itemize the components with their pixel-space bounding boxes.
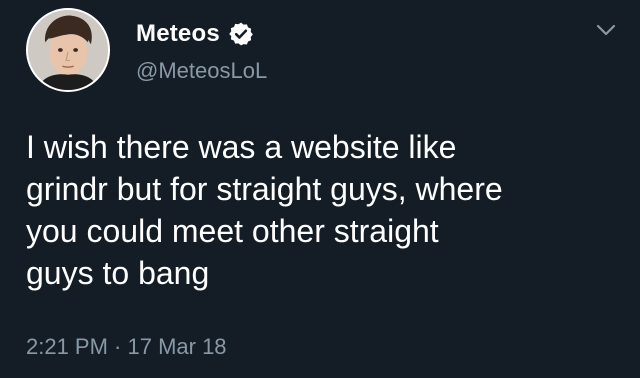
avatar[interactable] (26, 8, 110, 92)
display-name[interactable]: Meteos (136, 20, 220, 48)
tweet-timestamp[interactable]: 2:21 PM · 17 Mar 18 (26, 334, 227, 360)
chevron-down-icon[interactable] (596, 24, 616, 36)
tweet-text: I wish there was a website like grindr b… (26, 129, 503, 291)
user-handle[interactable]: @MeteosLoL (136, 58, 267, 84)
verified-badge-icon (228, 21, 254, 47)
avatar-image (28, 10, 108, 90)
tweet-card: Meteos @MeteosLoL I wish there was a web… (0, 0, 640, 378)
author-name-row: Meteos (136, 20, 254, 48)
